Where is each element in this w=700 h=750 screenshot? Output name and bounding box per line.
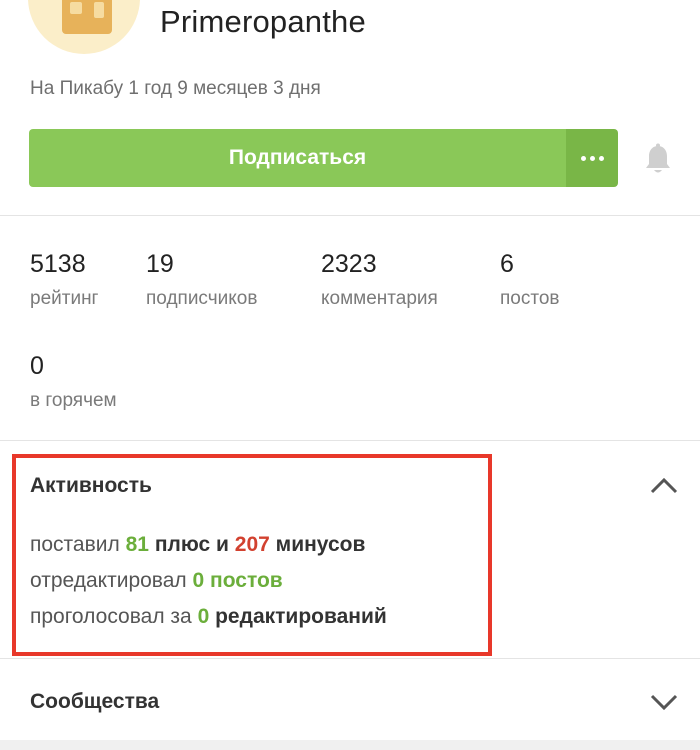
stat-posts-label[interactable]: постов [500, 288, 560, 310]
avatar[interactable] [28, 0, 140, 54]
bell-icon[interactable] [640, 141, 676, 177]
stat-subscribers-label[interactable]: подписчиков [146, 288, 257, 310]
communities-title[interactable]: Сообщества [30, 690, 159, 714]
divider [0, 215, 700, 216]
more-options-button[interactable] [566, 129, 618, 187]
stat-hot-label[interactable]: в горячем [30, 390, 117, 412]
divider [0, 658, 700, 659]
stat-hot-value[interactable]: 0 [30, 352, 44, 381]
stat-posts-value[interactable]: 6 [500, 250, 514, 279]
stat-comments-label[interactable]: комментария [321, 288, 438, 310]
username: Primeropanthe [160, 4, 366, 39]
bottom-separator [0, 740, 700, 750]
stat-comments-value[interactable]: 2323 [321, 250, 377, 279]
more-dots-icon [589, 155, 595, 161]
avatar-shape [94, 2, 104, 18]
highlight-box [12, 454, 492, 656]
more-dots-icon [598, 155, 604, 161]
chevron-down-icon[interactable] [648, 692, 680, 712]
member-since: На Пикабу 1 год 9 месяцев 3 дня [30, 78, 321, 99]
divider [0, 440, 700, 441]
more-dots-icon [580, 155, 586, 161]
subscribe-button[interactable]: Подписаться [29, 129, 566, 187]
chevron-up-icon[interactable] [648, 476, 680, 496]
stat-rating-label: рейтинг [30, 288, 99, 309]
stat-rating-value: 5138 [30, 250, 86, 278]
stat-subscribers-value[interactable]: 19 [146, 250, 174, 279]
avatar-shape [70, 2, 82, 14]
